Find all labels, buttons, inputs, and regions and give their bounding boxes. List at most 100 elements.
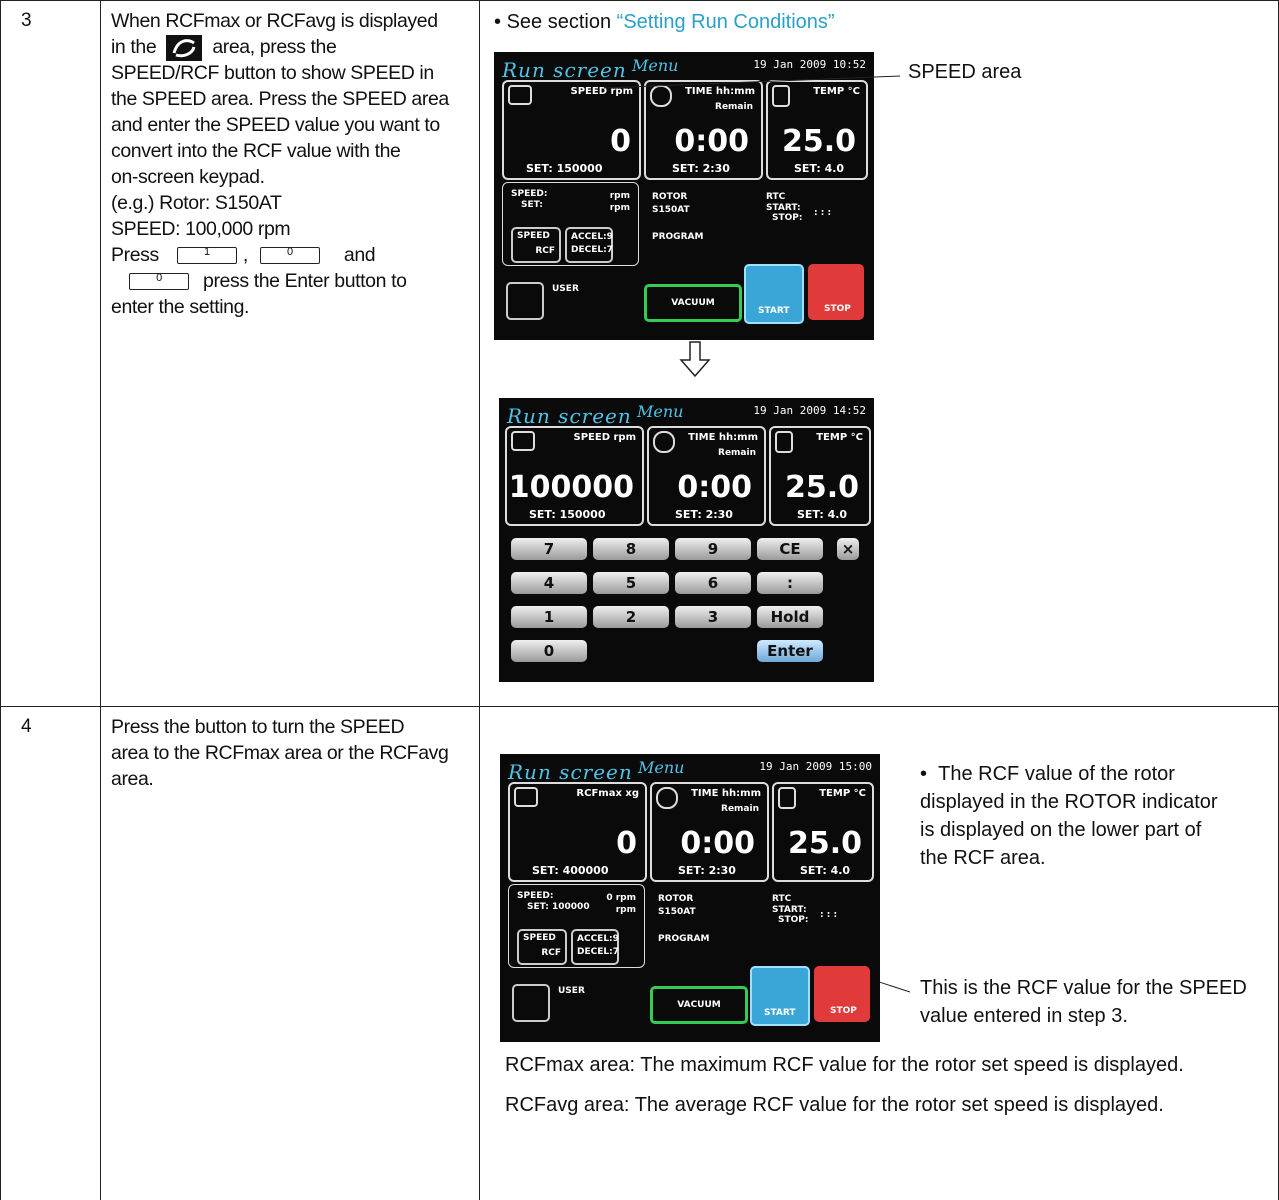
rcf-note: • The RCF value of the rotor displayed i… (920, 760, 1260, 872)
clock-icon (656, 787, 678, 809)
rtc-label: RTC (772, 894, 792, 904)
keypad-key-colon[interactable]: : (757, 572, 823, 594)
speed-label: SPEED rpm (573, 432, 637, 443)
user-icon[interactable] (512, 984, 550, 1022)
btn-rcf-label: RCF (541, 948, 561, 958)
temp-value: 25.0 (784, 470, 859, 505)
screen-title: Run screen (507, 404, 632, 428)
accel-decel-button[interactable]: ACCEL:9 DECEL:7 (571, 929, 619, 965)
keypad-key-1[interactable]: 1 (511, 606, 587, 628)
program-label[interactable]: PROGRAM (658, 934, 709, 944)
accel-label: ACCEL:9 (577, 934, 619, 944)
procedure-table: 3 When RCFmax or RCFavg is displayed in … (0, 0, 1279, 1200)
rcfmax-description: RCFmax area: The maximum RCF value for t… (505, 1054, 1184, 1076)
desc-line: area to the RCFmax area or the RCFavg (111, 742, 449, 764)
time-set: SET: 2:30 (675, 508, 733, 521)
stop-button[interactable]: STOP (814, 966, 870, 1022)
temp-label: TEMP °C (816, 432, 863, 443)
start-button[interactable]: START (750, 966, 810, 1026)
temp-set: SET: 4.0 (797, 508, 848, 521)
keypad-key-9[interactable]: 9 (675, 538, 751, 560)
note-line: • The RCF value of the rotor (920, 760, 1260, 788)
stop-label: STOP (830, 1006, 857, 1016)
info-panel: SPEED: 0 rpm SET: 100000 rpm SPEED RCF A… (508, 884, 645, 968)
keypad-key-4[interactable]: 4 (511, 572, 587, 594)
keypad-key-0[interactable]: 0 (511, 640, 587, 662)
info-speed: SPEED: (517, 891, 554, 901)
menu-tab[interactable]: Menu (637, 402, 683, 421)
vacuum-indicator: VACUUM (650, 986, 748, 1024)
rcfavg-description: RCFavg area: The average RCF value for t… (505, 1094, 1164, 1116)
step-number: 4 (21, 716, 32, 737)
time-area[interactable]: TIME hh:mm Remain 0:00 SET: 2:30 (650, 782, 769, 882)
rcf-label: RCFmax xg (576, 788, 639, 799)
time-set: SET: 2:30 (678, 864, 736, 877)
time-label: TIME hh:mm (688, 432, 758, 443)
bullet: • (920, 763, 928, 785)
remain-label: Remain (721, 804, 759, 814)
rtc-start: START: (772, 905, 807, 915)
run-screen-2: Run screen Menu 19 Jan 2009 14:52 SPEED … (499, 398, 874, 682)
thermometer-icon (778, 787, 796, 809)
time-area[interactable]: TIME hh:mm Remain 0:00 SET: 2:30 (647, 426, 766, 526)
note-line: the RCF area. (920, 847, 1046, 869)
speed-rcf-icon (511, 431, 535, 451)
speed-area-callout-line (603, 75, 901, 89)
temp-area[interactable]: TEMP °C 25.0 SET: 4.0 (772, 782, 874, 882)
temp-value: 25.0 (787, 826, 862, 861)
speed-area-callout: SPEED area (908, 61, 1022, 83)
desc-line: Press the button to turn the SPEED (111, 716, 405, 738)
time-value: 0:00 (677, 470, 752, 505)
temp-set: SET: 4.0 (800, 864, 851, 877)
vacuum-label: VACUUM (677, 1000, 721, 1010)
clock-icon (653, 431, 675, 453)
keypad-key-6[interactable]: 6 (675, 572, 751, 594)
info-set: SET: 100000 (527, 902, 590, 912)
screen-date: 19 Jan 2009 15:00 (759, 760, 872, 773)
keypad-key-7[interactable]: 7 (511, 538, 587, 560)
rtc-value: : : : (820, 910, 838, 920)
rotor-value: S150AT (658, 907, 696, 917)
keypad-key-ce[interactable]: CE (757, 538, 823, 560)
screen-title: Run screen (508, 760, 633, 784)
keypad-key-5[interactable]: 5 (593, 572, 669, 594)
note-line: is displayed on the lower part of (920, 819, 1202, 841)
note-text: The RCF value of the rotor (938, 763, 1175, 785)
temp-area[interactable]: TEMP °C 25.0 SET: 4.0 (769, 426, 871, 526)
rcf-set: SET: 400000 (532, 864, 609, 877)
keypad-key-3[interactable]: 3 (675, 606, 751, 628)
speed-rcf-icon (514, 787, 538, 807)
btn-speed-label: SPEED (523, 933, 556, 943)
info-speed-unit: 0 rpm (606, 893, 636, 903)
keypad-enter-button[interactable]: Enter (757, 640, 823, 662)
time-label: TIME hh:mm (691, 788, 761, 799)
keypad-key-2[interactable]: 2 (593, 606, 669, 628)
note-line: displayed in the ROTOR indicator (920, 791, 1218, 813)
rcf-area[interactable]: RCFmax xg 0 SET: 400000 (508, 782, 647, 882)
note-line: value entered in step 3. (920, 1005, 1128, 1027)
speed-area[interactable]: SPEED rpm 100000 SET: 150000 (505, 426, 644, 526)
rtc-stop: STOP: (778, 915, 809, 925)
speed-rcf-button[interactable]: SPEED RCF (517, 929, 567, 965)
time-value: 0:00 (680, 826, 755, 861)
step-description: Press the button to turn the SPEED area … (111, 714, 471, 792)
start-label: START (764, 1008, 796, 1018)
remain-label: Remain (718, 448, 756, 458)
speed-set: SET: 150000 (529, 508, 606, 521)
desc-line: area. (111, 768, 154, 790)
note-line: This is the RCF value for the SPEED (920, 977, 1247, 999)
menu-tab[interactable]: Menu (638, 758, 684, 777)
speed-value: 100000 (508, 470, 634, 505)
temp-label: TEMP °C (819, 788, 866, 799)
close-icon[interactable]: × (837, 538, 859, 560)
run-screen-3: Run screen Menu 19 Jan 2009 15:00 RCFmax… (500, 754, 880, 1042)
screen-date: 19 Jan 2009 14:52 (753, 404, 866, 417)
rcf-callout-note: This is the RCF value for the SPEED valu… (920, 974, 1260, 1030)
keypad-key-hold[interactable]: Hold (757, 606, 823, 628)
down-arrow-icon (679, 341, 711, 378)
rcf-value: 0 (616, 826, 637, 861)
keypad-key-8[interactable]: 8 (593, 538, 669, 560)
user-label: USER (558, 986, 585, 996)
decel-label: DECEL:7 (577, 947, 619, 957)
rotor-label: ROTOR (658, 894, 694, 904)
